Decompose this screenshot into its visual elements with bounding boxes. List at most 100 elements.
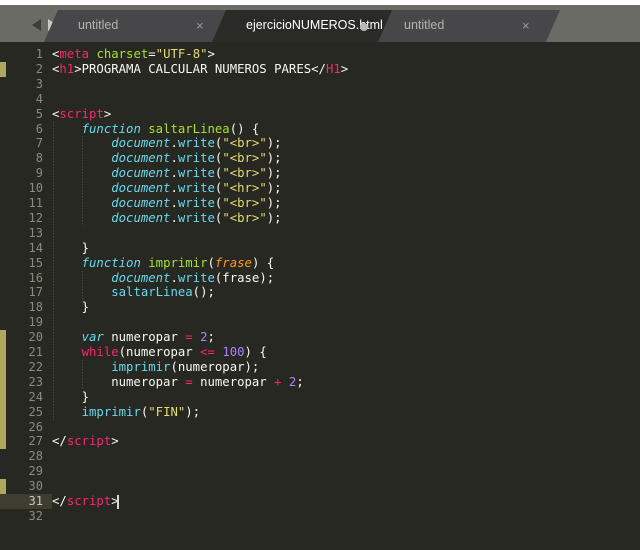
- line-number[interactable]: 27: [0, 434, 52, 449]
- code-token: (: [207, 255, 215, 270]
- close-icon[interactable]: ×: [522, 18, 530, 33]
- line-number[interactable]: 2: [0, 62, 52, 77]
- line-number[interactable]: 31: [0, 494, 52, 509]
- tab-ejercicionumeros-html[interactable]: ejercicioNUMEROS.html: [212, 10, 392, 42]
- code-token: document: [111, 210, 171, 225]
- line-number[interactable]: 21: [0, 345, 52, 360]
- code-line[interactable]: }: [52, 300, 89, 315]
- code-token: document: [111, 196, 171, 210]
- code-token: (frase);: [214, 270, 275, 285]
- line-number[interactable]: 24: [0, 390, 52, 405]
- code-line[interactable]: function imprimir(frase) {: [52, 255, 275, 271]
- code-token: );: [266, 210, 282, 225]
- code-line[interactable]: numeropar = numeropar + 2;: [52, 375, 304, 390]
- code-token: document: [111, 136, 171, 151]
- line-number[interactable]: 20: [0, 330, 52, 345]
- line-number[interactable]: 9: [0, 166, 52, 181]
- code-line[interactable]: document.write("<hr>");: [52, 181, 282, 196]
- tab-background: [370, 10, 560, 42]
- code-line[interactable]: document.write("<br>");: [52, 196, 281, 211]
- code-line[interactable]: <meta charset="UTF-8">: [52, 47, 215, 62]
- line-number[interactable]: 4: [0, 92, 52, 107]
- code-line[interactable]: </script>: [52, 494, 119, 509]
- code-token: ) {: [244, 345, 267, 359]
- line-number[interactable]: 5: [0, 107, 52, 122]
- line-number[interactable]: 29: [0, 464, 52, 479]
- code-editor[interactable]: 1 2 3 4 5 6 7 8 9 10 11 12 13 14 15 16 17 18 19 20 21 22 23 24 2…: [0, 42, 640, 550]
- line-number[interactable]: 11: [0, 196, 52, 211]
- line-number[interactable]: 1: [0, 47, 52, 62]
- line-number[interactable]: 17: [0, 285, 52, 300]
- code-token: script: [59, 106, 104, 121]
- code-line[interactable]: document.write("<br>");: [52, 166, 281, 181]
- code-line[interactable]: <script>: [52, 107, 111, 122]
- code-token: document: [111, 181, 171, 196]
- line-number[interactable]: 30: [0, 479, 52, 494]
- line-number[interactable]: 32: [0, 509, 52, 524]
- code-token: document: [111, 270, 171, 285]
- line-number[interactable]: 10: [0, 181, 52, 196]
- unsaved-changes-dot-icon[interactable]: [360, 23, 368, 31]
- code-token: (numeropar);: [170, 359, 260, 374]
- code-token: write: [177, 136, 215, 151]
- code-content-area[interactable]: <meta charset="UTF-8"> <h1>PROGRAMA CALCU…: [52, 42, 640, 550]
- code-line[interactable]: document.write("<br>");: [52, 210, 282, 226]
- line-number[interactable]: 23: [0, 375, 52, 390]
- line-number[interactable]: 25: [0, 405, 52, 420]
- code-line[interactable]: }: [52, 241, 89, 256]
- code-token: imprimir: [148, 255, 208, 270]
- code-token: );: [185, 404, 201, 419]
- code-token: >: [74, 61, 82, 76]
- line-number[interactable]: 7: [0, 136, 52, 151]
- code-token: "UTF-8": [155, 47, 208, 61]
- code-line[interactable]: imprimir("FIN");: [52, 405, 200, 420]
- code-token: "FIN": [148, 404, 186, 419]
- code-line[interactable]: var numeropar = 2;: [52, 330, 215, 345]
- line-number[interactable]: 6: [0, 122, 52, 137]
- tab-untitled-2[interactable]: untitled ×: [370, 10, 560, 42]
- code-token: write: [177, 196, 215, 210]
- line-number[interactable]: 8: [0, 151, 52, 166]
- line-number[interactable]: 19: [0, 315, 52, 330]
- code-line[interactable]: document.write("<br>");: [52, 151, 281, 166]
- code-line[interactable]: function saltarLinea() {: [52, 122, 260, 137]
- line-number-gutter[interactable]: 1 2 3 4 5 6 7 8 9 10 11 12 13 14 15 16 17 18 19 20 21 22 23 24 2…: [0, 42, 52, 550]
- code-line[interactable]: imprimir(numeropar);: [52, 360, 259, 375]
- code-line[interactable]: saltarLinea();: [52, 285, 215, 300]
- tab-untitled-1[interactable]: untitled ×: [44, 10, 234, 42]
- code-token: );: [266, 181, 282, 196]
- code-line[interactable]: while(numeropar <= 100) {: [52, 345, 267, 360]
- close-icon[interactable]: ×: [196, 18, 204, 33]
- line-number[interactable]: 13: [0, 226, 52, 241]
- line-number[interactable]: 26: [0, 420, 52, 435]
- code-line[interactable]: }: [52, 390, 89, 405]
- code-token: H1: [325, 61, 341, 76]
- line-number[interactable]: 18: [0, 300, 52, 315]
- tab-label: untitled: [78, 18, 119, 32]
- line-number[interactable]: 15: [0, 256, 52, 271]
- code-line[interactable]: </script>: [52, 434, 119, 449]
- code-line[interactable]: document.write(frase);: [52, 271, 274, 286]
- code-token: ();: [192, 285, 215, 300]
- line-number[interactable]: 14: [0, 241, 52, 256]
- line-number[interactable]: 22: [0, 360, 52, 375]
- line-number[interactable]: 28: [0, 449, 52, 464]
- triangle-left-icon[interactable]: [32, 19, 41, 31]
- code-token: );: [266, 136, 282, 151]
- code-token: script: [66, 434, 112, 449]
- code-token: .: [170, 196, 178, 210]
- line-number[interactable]: 16: [0, 271, 52, 286]
- code-line[interactable]: <h1>PROGRAMA CALCULAR NUMEROS PARES</H1>: [52, 62, 348, 77]
- line-number[interactable]: 3: [0, 77, 52, 92]
- code-token: numeropar: [52, 374, 186, 389]
- code-line[interactable]: document.write("<br>");: [52, 136, 282, 151]
- line-number[interactable]: 12: [0, 211, 52, 226]
- text-cursor: [117, 495, 119, 509]
- code-token: imprimir: [111, 359, 171, 374]
